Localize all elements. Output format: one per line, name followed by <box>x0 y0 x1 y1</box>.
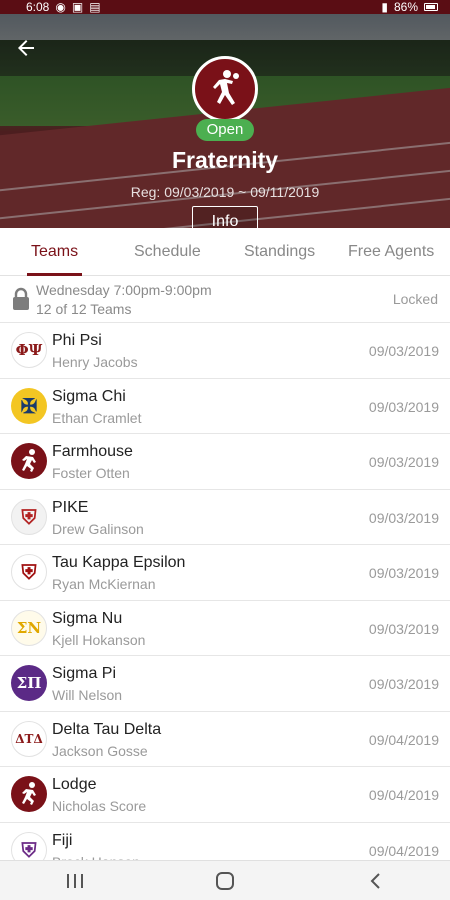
team-date: 09/03/2019 <box>368 343 439 359</box>
team-captain: Nicholas Score <box>52 798 147 814</box>
team-row[interactable]: ΣΠ Sigma Pi Will Nelson 09/03/2019 <box>0 656 450 712</box>
back-nav-icon <box>370 872 380 889</box>
team-name: Sigma Nu <box>52 609 123 627</box>
team-row[interactable]: Farmhouse Foster Otten 09/03/2019 <box>0 434 450 490</box>
team-logo-text: ΔΤΔ <box>15 731 43 746</box>
notification-icon: ▣ <box>71 0 84 14</box>
team-logo: ΔΤΔ <box>11 720 47 757</box>
team-captain: Henry Jacobs <box>52 354 138 370</box>
team-list: ΦΨ Phi Psi Henry Jacobs 09/03/2019 ✠ Sigma Ch… <box>0 323 450 878</box>
league-time: Wednesday 7:00pm-9:00pm <box>36 282 212 298</box>
team-name: Sigma Pi <box>52 665 117 682</box>
system-nav-bar <box>0 860 450 900</box>
team-name: PIKE <box>52 498 89 516</box>
team-logo-text: ΣΠ <box>16 674 42 692</box>
tab-teams[interactable]: Teams <box>26 228 83 276</box>
team-name: Sigma Chi <box>52 387 126 405</box>
team-row[interactable]: Lodge Nicholas Score 09/04/2019 <box>0 767 450 823</box>
team-date: 09/03/2019 <box>368 398 439 415</box>
info-button[interactable]: Info <box>192 206 258 228</box>
league-info: Wednesday 7:00pm-9:00pm 12 of 12 Teams L… <box>0 277 450 323</box>
team-logo: ΣΝ <box>11 609 47 646</box>
team-date: 09/03/2019 <box>368 565 439 581</box>
team-row[interactable]: ✠ Sigma Chi Ethan Cramlet 09/03/2019 <box>0 378 450 434</box>
team-row[interactable]: ΦΨ Phi Psi Henry Jacobs 09/03/2019 <box>0 323 450 379</box>
status-time: 6:08 <box>26 0 50 14</box>
team-name: Fiji <box>52 831 73 849</box>
team-name: Lodge <box>52 776 97 793</box>
status-badge: Open <box>196 119 254 141</box>
team-logo <box>11 443 47 479</box>
team-date: 09/03/2019 <box>368 620 439 637</box>
team-date: 09/03/2019 <box>368 676 439 692</box>
team-date: 09/04/2019 <box>368 731 439 748</box>
status-bar: 6:08 ◉ ▣ ▤ ▮ 86% <box>0 0 450 14</box>
team-captain: Ethan Cramlet <box>52 409 142 426</box>
team-date: 09/03/2019 <box>368 509 439 526</box>
league-status: Locked <box>392 291 438 307</box>
team-name: Farmhouse <box>52 443 133 460</box>
battery-icon <box>424 3 438 11</box>
team-date: 09/03/2019 <box>368 454 439 470</box>
team-logo-text: ✠ <box>20 393 38 418</box>
team-date: 09/04/2019 <box>368 787 439 803</box>
team-name: Phi Psi <box>52 332 102 349</box>
signal-icon: ▮ <box>381 0 388 14</box>
team-row[interactable]: ⛨ Tau Kappa Epsilon Ryan McKiernan 09/03/20… <box>0 545 450 601</box>
team-name: Delta Tau Delta <box>52 720 162 738</box>
team-logo-text: ⛨ <box>21 837 37 862</box>
recent-apps-button[interactable] <box>55 866 95 896</box>
sport-logo <box>192 56 258 122</box>
runner-icon <box>22 782 36 805</box>
team-row[interactable]: ⛨ PIKE Drew Galinson 09/03/2019 <box>0 489 450 545</box>
home-button[interactable] <box>205 866 245 896</box>
notification-icon: ▤ <box>89 0 101 14</box>
team-logo-text: ΦΨ <box>15 341 43 359</box>
lock-icon <box>13 287 29 310</box>
tab-free-agents[interactable]: Free Agents <box>348 228 434 276</box>
hero-banner: Open Fraternity Reg: 09/03/2019 ~ 09/11/… <box>0 14 450 228</box>
battery-level: 86% <box>393 0 418 14</box>
team-name: Tau Kappa Epsilon <box>52 554 186 571</box>
team-captain: Foster Otten <box>52 465 130 481</box>
team-logo: ΦΨ <box>11 332 47 368</box>
league-team-count: 12 of 12 Teams <box>36 301 132 317</box>
team-captain: Jackson Gosse <box>52 742 148 759</box>
team-logo-text: ⛨ <box>21 560 37 584</box>
team-logo-text: ΣΝ <box>16 618 42 637</box>
team-date: 09/04/2019 <box>368 842 439 859</box>
tab-schedule[interactable]: Schedule <box>134 228 201 276</box>
team-logo: ΣΠ <box>11 665 47 701</box>
runner-icon <box>22 449 36 472</box>
tab-standings[interactable]: Standings <box>244 228 315 276</box>
team-logo: ✠ <box>11 387 47 424</box>
team-logo: ⛨ <box>11 498 47 535</box>
notification-icon: ◉ <box>55 0 66 14</box>
registration-dates: Reg: 09/03/2019 ~ 09/11/2019 <box>130 184 320 200</box>
arrow-left-icon <box>18 40 34 56</box>
team-captain: Ryan McKiernan <box>52 576 156 592</box>
team-logo <box>11 776 47 812</box>
team-row[interactable]: ΣΝ Sigma Nu Kjell Hokanson 09/03/2019 <box>0 600 450 656</box>
team-captain: Will Nelson <box>52 687 123 703</box>
team-logo: ⛨ <box>11 554 47 590</box>
team-captain: Kjell Hokanson <box>52 631 146 648</box>
team-captain: Drew Galinson <box>52 520 144 537</box>
team-logo-text: ⛨ <box>21 504 37 529</box>
page-title: Fraternity <box>171 147 279 173</box>
back-nav-button[interactable] <box>355 866 395 896</box>
team-row[interactable]: ΔΤΔ Delta Tau Delta Jackson Gosse 09/04/201… <box>0 711 450 767</box>
recent-apps-icon <box>67 873 83 888</box>
shot-put-icon <box>213 70 239 105</box>
tab-bar: Teams Schedule Standings Free Agents <box>0 228 450 276</box>
home-icon <box>216 871 234 890</box>
back-button[interactable] <box>12 36 40 64</box>
